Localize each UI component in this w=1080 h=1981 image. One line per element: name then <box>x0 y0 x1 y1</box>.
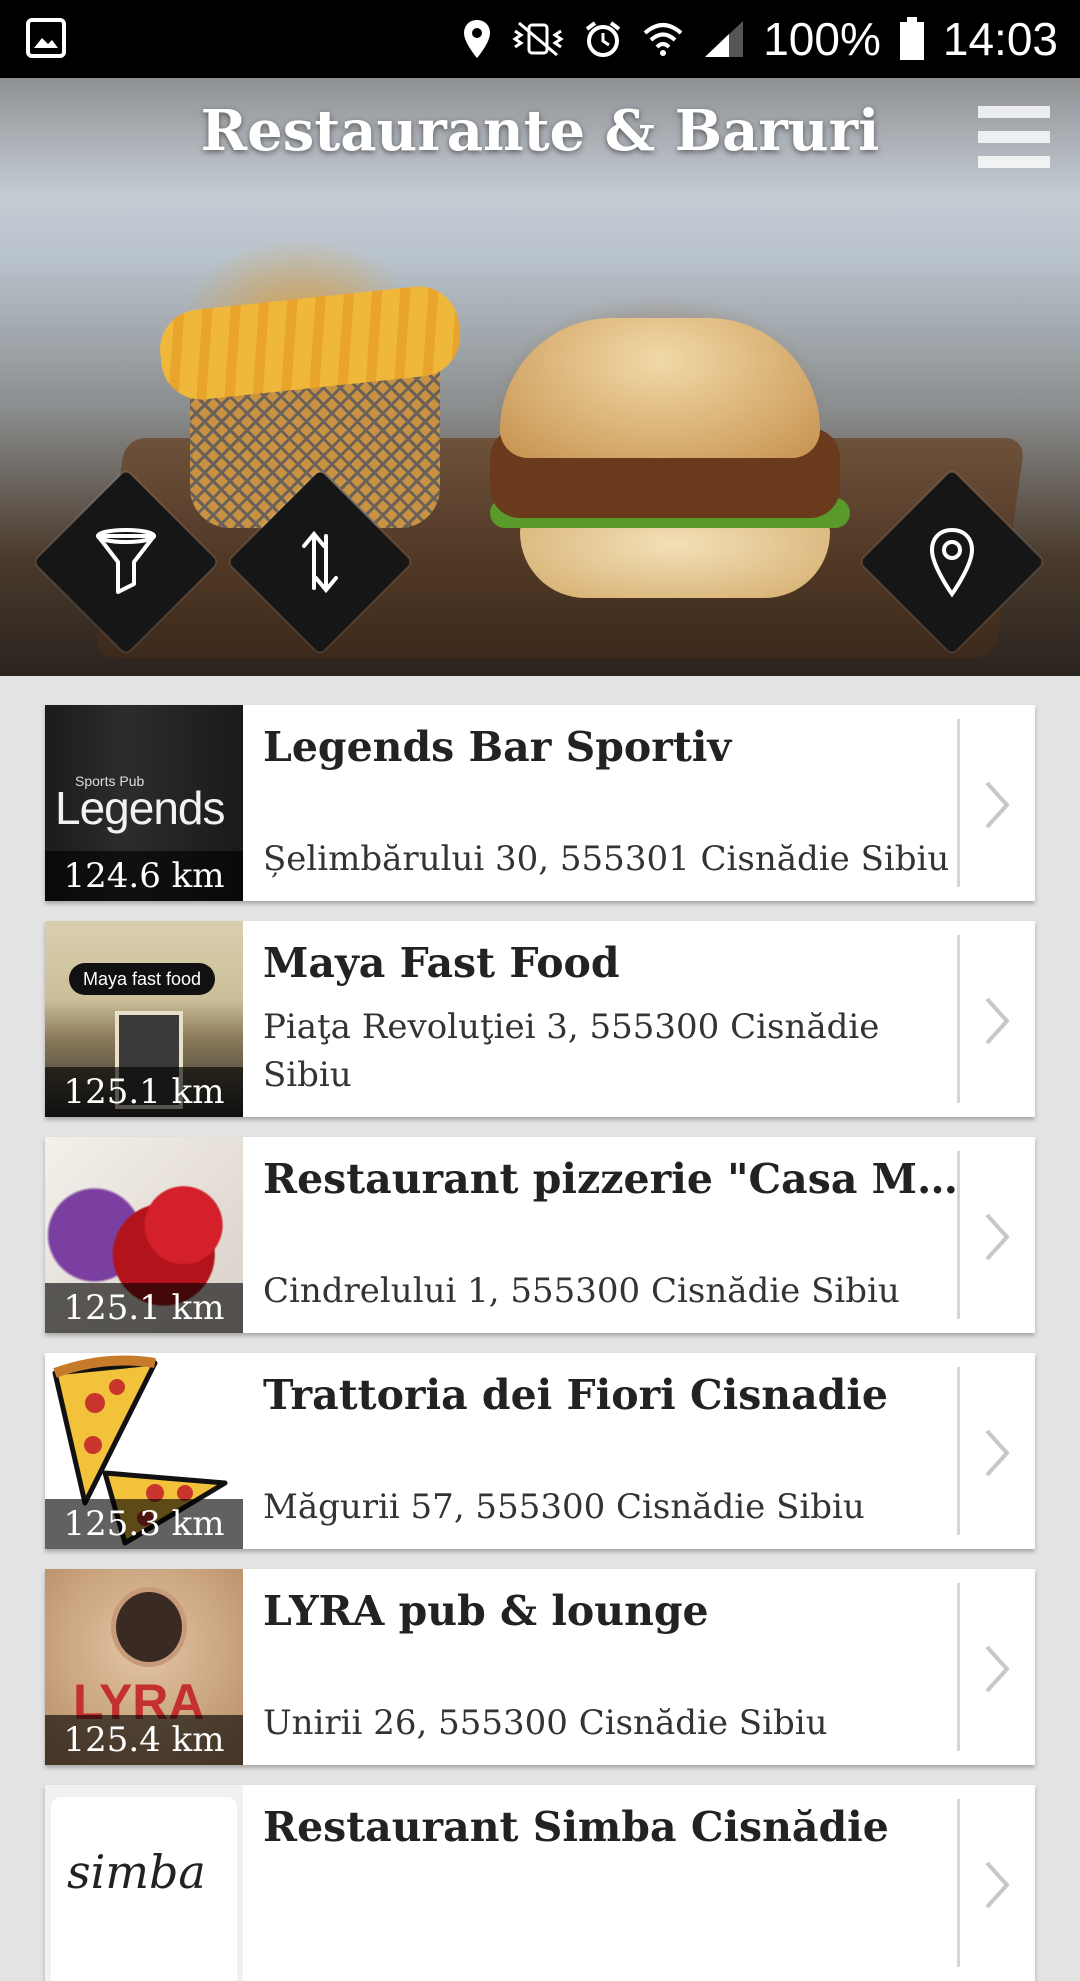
thumbnail-logo-text: Legends <box>55 782 225 834</box>
battery-icon <box>899 17 925 61</box>
list-item[interactable]: LYRA 125.4 km LYRA pub & lounge Unirii 2… <box>45 1569 1035 1765</box>
wifi-icon <box>641 19 685 59</box>
place-thumbnail: Maya fast food 125.1 km <box>45 921 243 1117</box>
filter-button[interactable] <box>34 470 218 654</box>
place-thumbnail: simba <box>45 1785 243 1981</box>
place-thumbnail: Sports Pub Legends 124.6 km <box>45 705 243 901</box>
map-pin-icon <box>929 527 975 598</box>
vibrate-mute-icon <box>511 19 565 59</box>
place-name: Maya Fast Food <box>263 939 620 987</box>
thumbnail-logo-text: Maya fast food <box>69 963 215 995</box>
page-title: Restaurante & Baruri <box>200 98 880 164</box>
chevron-right-icon[interactable] <box>983 1211 1011 1263</box>
chevron-right-icon[interactable] <box>983 1859 1011 1911</box>
hero-banner: Restaurante & Baruri <box>0 78 1080 676</box>
distance-label: 124.6 km <box>45 851 243 901</box>
place-address: Unirii 26, 555300 Cisnădie Sibiu <box>263 1703 828 1743</box>
place-thumbnail: LYRA 125.4 km <box>45 1569 243 1765</box>
place-name: Restaurant Simba Cisnădie <box>263 1803 889 1851</box>
chevron-right-icon[interactable] <box>983 1643 1011 1695</box>
list-item[interactable]: simba Restaurant Simba Cisnădie <box>45 1785 1035 1981</box>
thumbnail-logo-text: simba <box>67 1845 206 1899</box>
place-thumbnail: 125.1 km <box>45 1137 243 1333</box>
place-name: LYRA pub & lounge <box>263 1587 709 1635</box>
map-button[interactable] <box>860 470 1044 654</box>
list-item[interactable]: Sports Pub Legends 124.6 km Legends Bar … <box>45 705 1035 901</box>
divider <box>957 1367 960 1535</box>
place-name: Restaurant pizzerie "Casa Magu... <box>263 1155 983 1203</box>
filter-icon <box>96 528 156 594</box>
sort-icon <box>302 530 338 594</box>
place-name: Legends Bar Sportiv <box>263 723 732 771</box>
signal-icon <box>703 19 745 59</box>
distance-label: 125.3 km <box>45 1499 243 1549</box>
sort-button[interactable] <box>228 470 412 654</box>
list-item[interactable]: 125.3 km Trattoria dei Fiori Cisnadie Mă… <box>45 1353 1035 1549</box>
location-icon <box>461 18 493 60</box>
place-thumbnail: 125.3 km <box>45 1353 243 1549</box>
divider <box>957 935 960 1103</box>
hamburger-menu-icon[interactable] <box>978 106 1050 168</box>
battery-percent: 100% <box>763 13 881 65</box>
status-bar: 100% 14:03 <box>0 0 1080 78</box>
place-address: Piaţa Revoluţiei 3, 555300 Cisnădie Sibi… <box>263 1007 880 1095</box>
thumbnail-logo-emblem <box>111 1587 187 1667</box>
chevron-right-icon[interactable] <box>983 995 1011 1047</box>
distance-label: 125.1 km <box>45 1283 243 1333</box>
clock: 14:03 <box>942 13 1058 65</box>
chevron-right-icon[interactable] <box>983 779 1011 831</box>
distance-label: 125.4 km <box>45 1715 243 1765</box>
place-address: Cindrelului 1, 555300 Cisnădie Sibiu <box>263 1271 900 1311</box>
divider <box>957 719 960 887</box>
divider <box>957 1583 960 1751</box>
place-name: Trattoria dei Fiori Cisnadie <box>263 1371 889 1419</box>
place-address: Șelimbărului 30, 555301 Cisnădie Sibiu <box>263 839 950 879</box>
chevron-right-icon[interactable] <box>983 1427 1011 1479</box>
divider <box>957 1799 960 1967</box>
list-item[interactable]: 125.1 km Restaurant pizzerie "Casa Magu.… <box>45 1137 1035 1333</box>
place-address: Măgurii 57, 555300 Cisnădie Sibiu <box>263 1487 865 1527</box>
divider <box>957 1151 960 1319</box>
alarm-icon <box>583 19 623 59</box>
distance-label: 125.1 km <box>45 1067 243 1117</box>
list-item[interactable]: Maya fast food 125.1 km Maya Fast Food P… <box>45 921 1035 1117</box>
gallery-icon <box>26 18 66 58</box>
